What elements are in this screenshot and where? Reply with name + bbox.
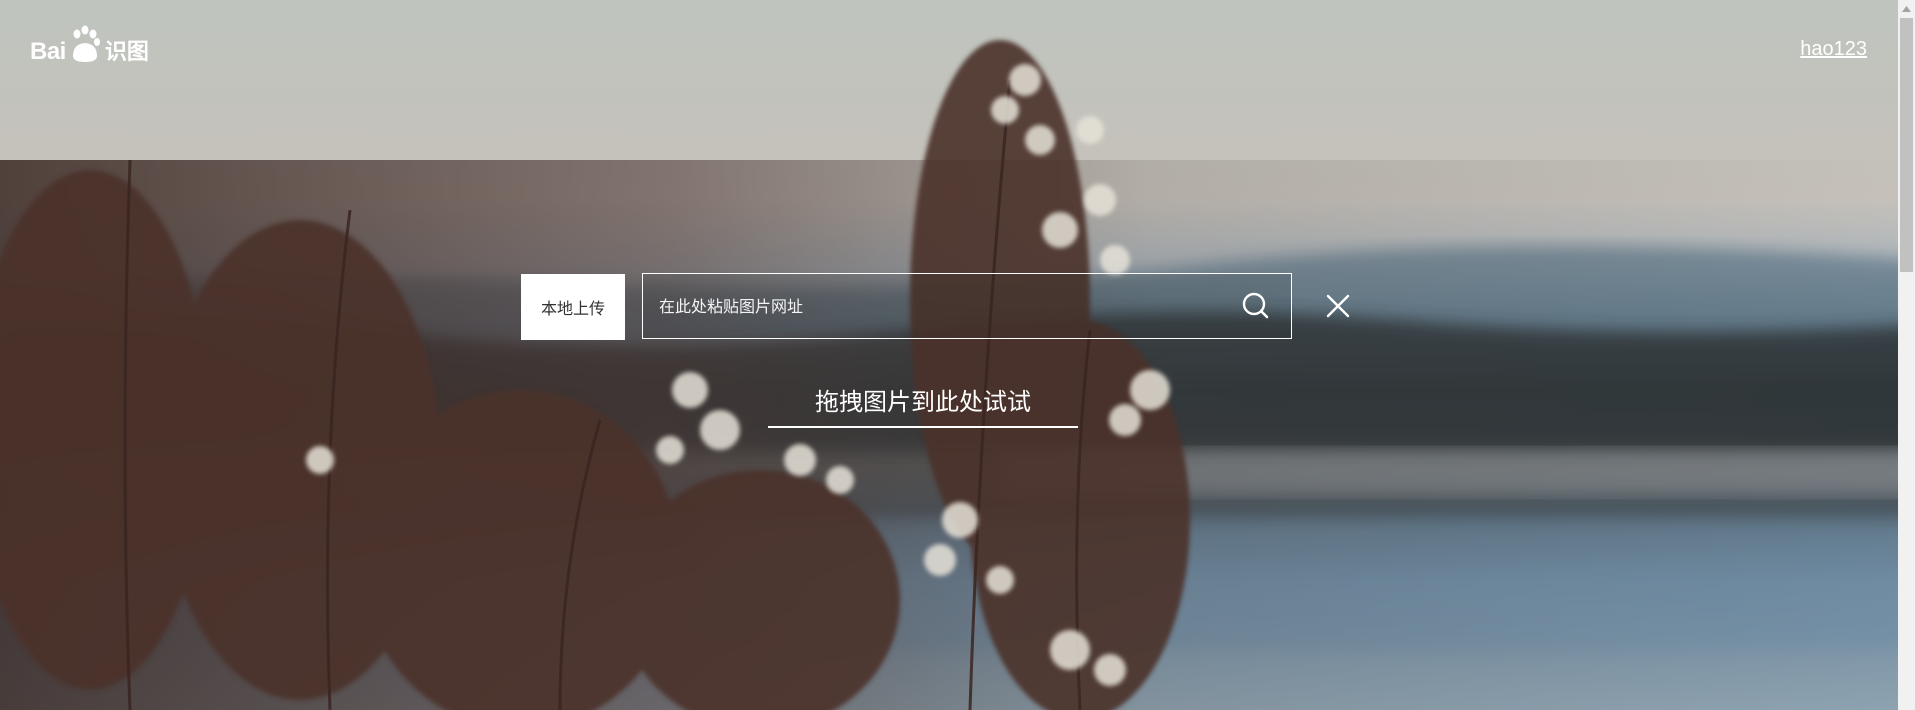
scrollbar-thumb[interactable] <box>1900 18 1913 272</box>
image-url-search-box <box>642 273 1292 339</box>
vertical-scrollbar[interactable] <box>1898 0 1915 710</box>
background-photo <box>0 0 1915 710</box>
page: Bai du 识图 hao123 本地上传 <box>0 0 1915 710</box>
close-icon[interactable] <box>1326 294 1350 318</box>
local-upload-button[interactable]: 本地上传 <box>521 274 625 340</box>
logo-brand-text: Bai <box>30 38 66 65</box>
drag-drop-hint: 拖拽图片到此处试试 <box>768 384 1078 428</box>
scroll-up-arrow-icon[interactable] <box>1898 0 1915 17</box>
search-icon[interactable] <box>1241 291 1271 321</box>
hao123-link[interactable]: hao123 <box>1800 38 1867 61</box>
paw-icon <box>68 24 102 64</box>
baidu-shitu-logo[interactable]: Bai du 识图 <box>30 22 149 64</box>
image-url-input[interactable] <box>657 274 1221 339</box>
logo-product-text: 识图 <box>104 40 149 65</box>
